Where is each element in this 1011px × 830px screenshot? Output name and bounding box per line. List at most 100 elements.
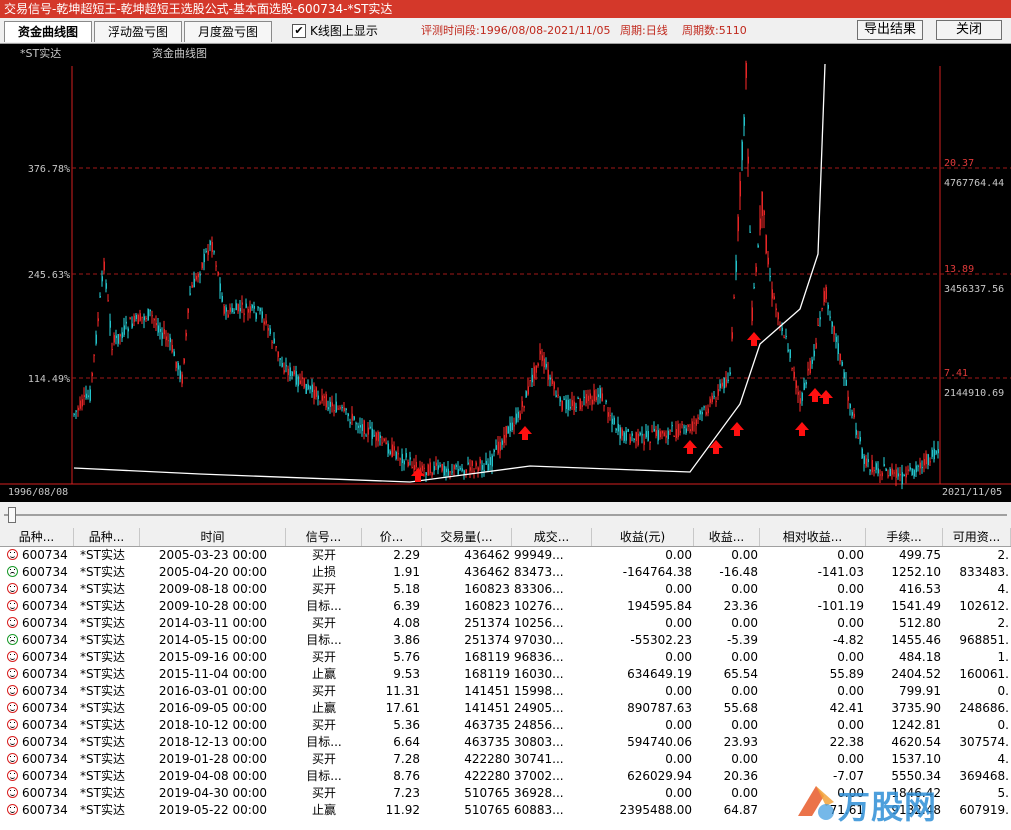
candle-body [749, 231, 751, 233]
candle-body [209, 240, 211, 246]
smile-face-icon [7, 617, 18, 628]
cell-volume: 141451 [464, 701, 510, 715]
candle-body [395, 452, 397, 459]
table-row[interactable]: 600734 *ST实达 2009-08-18 00:00 买开 5.18 160823 8… [0, 581, 1011, 598]
table-row[interactable]: 600734 *ST实达 2014-05-15 00:00 目标... 3.86 2513… [0, 632, 1011, 649]
table-row[interactable]: 600734 *ST实达 2005-03-23 00:00 买开 2.29 436462 9… [0, 547, 1011, 564]
table-row[interactable]: 600734 *ST实达 2019-01-28 00:00 买开 7.28 422280 3… [0, 751, 1011, 768]
candle-body [323, 396, 325, 399]
column-header-2[interactable]: 时间 [140, 528, 286, 546]
column-header-5[interactable]: 交易量(... [422, 528, 512, 546]
table-row[interactable]: 600734 *ST实达 2016-09-05 00:00 止赢 17.61 141451… [0, 700, 1011, 717]
candle-body [433, 466, 435, 471]
candle-body [817, 325, 819, 327]
candle-body [285, 365, 287, 367]
close-button[interactable]: 关闭 [936, 20, 1002, 40]
smile-face-icon [7, 736, 18, 747]
chart-scrollbar[interactable] [0, 502, 1011, 528]
candle-body [863, 455, 865, 464]
cell-pct: 0.00 [731, 684, 758, 698]
column-header-0[interactable]: 品种... [0, 528, 74, 546]
candle-body [733, 297, 735, 299]
column-header-6[interactable]: 成交... [512, 528, 592, 546]
capital-line-layer [73, 63, 826, 483]
cell-time: 2016-09-05 00:00 [158, 701, 268, 715]
candle-body [919, 462, 921, 469]
candle-body [593, 390, 595, 402]
column-header-9[interactable]: 相对收益... [760, 528, 866, 546]
candle-body [89, 389, 91, 401]
table-row[interactable]: 600734 *ST实达 2009-10-28 00:00 目标... 6.39 1608… [0, 598, 1011, 615]
column-header-11[interactable]: 可用资... [943, 528, 1011, 546]
export-button[interactable]: 导出结果 [857, 20, 923, 40]
cell-time: 2014-05-15 00:00 [158, 633, 268, 647]
table-row[interactable]: 600734 *ST实达 2015-11-04 00:00 止赢 9.53 168119 1… [0, 666, 1011, 683]
candle-body [861, 448, 863, 459]
cell-code: 600734 [22, 718, 68, 732]
candle-body [901, 472, 903, 485]
kline-display-checkbox[interactable]: ✔ [292, 24, 306, 38]
column-header-8[interactable]: 收益... [694, 528, 760, 546]
cell-code: 600734 [22, 599, 68, 613]
candle-body [613, 417, 615, 425]
candle-body [711, 395, 713, 403]
scroll-thumb[interactable] [8, 507, 16, 523]
candle-body [347, 413, 349, 417]
cell-time: 2005-04-20 00:00 [158, 565, 268, 579]
candle-body [301, 377, 303, 379]
candle-body [547, 369, 549, 380]
table-row[interactable]: 600734 *ST实达 2018-10-12 00:00 买开 5.36 463735 2… [0, 717, 1011, 734]
cell-rel: 0.00 [837, 752, 864, 766]
cell-code: 600734 [22, 701, 68, 715]
table-row[interactable]: 600734 *ST实达 2005-04-20 00:00 止损 1.91 436462 8… [0, 564, 1011, 581]
candle-body [493, 449, 495, 453]
tab-monthly-pnl[interactable]: 月度盈亏图 [184, 21, 272, 42]
candle-body [225, 307, 227, 312]
candle-body [427, 464, 429, 476]
candle-body [495, 445, 497, 450]
candle-body [423, 467, 425, 469]
candle-body [349, 422, 351, 424]
column-header-3[interactable]: 信号... [286, 528, 362, 546]
cell-code: 600734 [22, 650, 68, 664]
cell-code: 600734 [22, 667, 68, 681]
candle-body [171, 344, 173, 353]
cell-time: 2019-01-28 00:00 [158, 752, 268, 766]
cell-time: 2009-10-28 00:00 [158, 599, 268, 613]
candle-body [273, 338, 275, 344]
candle-body [721, 382, 723, 387]
table-header: 品种... 品种... 时间 信号... 价... 交易量(... 成交... 收益(元) 收益… [0, 528, 1011, 547]
tab-capital-curve[interactable]: 资金曲线图 [4, 21, 92, 42]
column-header-4[interactable]: 价... [362, 528, 422, 546]
candle-body [693, 422, 695, 424]
candle-body [909, 467, 911, 470]
candle-body [849, 404, 851, 408]
column-header-1[interactable]: 品种... [74, 528, 140, 546]
candle-body [181, 374, 183, 384]
candle-body [367, 427, 369, 435]
candle-body [447, 468, 449, 476]
candle-body [271, 341, 273, 343]
candle-body [535, 365, 537, 373]
cell-time: 2019-05-22 00:00 [158, 803, 268, 817]
table-row[interactable]: 600734 *ST实达 2015-09-16 00:00 买开 5.76 168119 9… [0, 649, 1011, 666]
candle-body [281, 363, 283, 367]
cell-rel: 0.00 [837, 582, 864, 596]
candle-body [757, 245, 759, 248]
candle-body [313, 389, 315, 399]
table-row[interactable]: 600734 *ST实达 2016-03-01 00:00 买开 11.31 141451… [0, 683, 1011, 700]
cell-profit: 0.00 [665, 786, 692, 800]
candle-body [695, 419, 697, 426]
tab-floating-pnl[interactable]: 浮动盈亏图 [94, 21, 182, 42]
candle-body [701, 411, 703, 415]
candle-body [685, 428, 687, 433]
candle-body [449, 471, 451, 473]
column-header-10[interactable]: 手续... [866, 528, 943, 546]
table-row[interactable]: 600734 *ST实达 2018-12-13 00:00 目标... 6.64 4637… [0, 734, 1011, 751]
cell-price: 17.61 [385, 701, 420, 715]
candle-body [913, 470, 915, 477]
candle-body [765, 235, 767, 254]
column-header-7[interactable]: 收益(元) [592, 528, 694, 546]
candle-body [203, 253, 205, 263]
table-row[interactable]: 600734 *ST实达 2014-03-11 00:00 买开 4.08 251374 1… [0, 615, 1011, 632]
